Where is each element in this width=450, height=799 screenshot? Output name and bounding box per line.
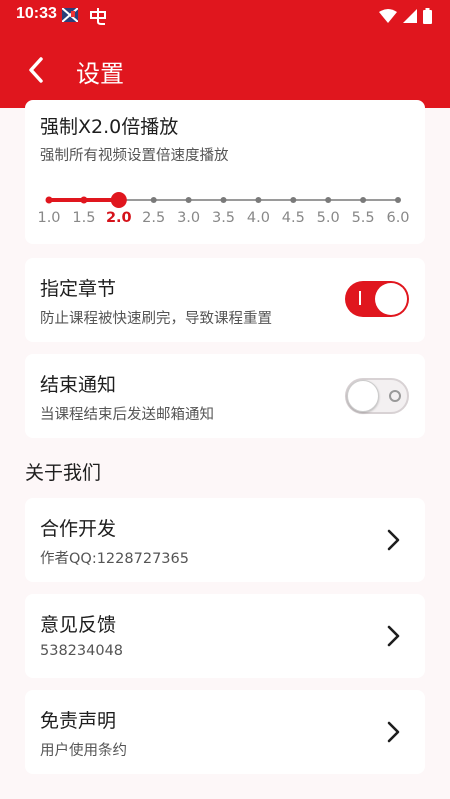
about-item-subtitle: 538234048 <box>40 643 124 659</box>
chevron-right-icon <box>387 721 400 743</box>
slider-tick-dot[interactable] <box>80 196 88 204</box>
slider-tick-dot[interactable] <box>150 197 157 203</box>
slider-tick-dot[interactable] <box>220 197 227 203</box>
toggle-knob <box>375 283 407 315</box>
slider-tick-dot[interactable] <box>360 197 367 203</box>
notify-title: 结束通知 <box>40 374 117 396</box>
slider-tick-dot[interactable] <box>185 197 192 203</box>
status-time: 10:33 <box>16 5 57 22</box>
slider-tick-label: 2.5 <box>142 210 166 226</box>
app-bar: 设置 <box>0 32 450 108</box>
slider-tick-label: 3.0 <box>177 210 201 226</box>
status-right <box>379 8 432 24</box>
back-button[interactable] <box>18 52 54 88</box>
slider-tick-dot[interactable] <box>255 197 262 203</box>
about-item-title: 免责声明 <box>40 710 117 732</box>
speed-slider-thumb[interactable] <box>110 192 127 208</box>
about-item-feedback[interactable]: 意见反馈 538234048 <box>25 594 425 678</box>
slider-tick-dot[interactable] <box>290 197 297 203</box>
about-item-title: 合作开发 <box>40 518 117 540</box>
chapter-title: 指定章节 <box>40 278 117 300</box>
status-bar: 10:33 <box>0 0 450 32</box>
slider-tick-label: 4.5 <box>281 210 305 226</box>
flag-icon <box>62 8 78 22</box>
chevron-right-icon <box>387 625 400 647</box>
chapter-card[interactable]: 指定章节 防止课程被快速刷完，导致课程重置 <box>25 258 425 342</box>
app-icon <box>90 8 106 25</box>
slider-tick-label: 5.5 <box>351 210 375 226</box>
speed-slider[interactable]: 1.0 1.5 2.0 2.5 3.0 3.5 4.0 4.5 5.0 5.5 6.0 <box>25 100 425 230</box>
about-section-header: 关于我们 <box>25 462 102 484</box>
about-item-title: 意见反馈 <box>40 614 117 636</box>
speed-card: 强制X2.0倍播放 强制所有视频设置倍速度播放 1.0 1.5 2.0 2.5 3.0 3… <box>25 100 425 244</box>
notify-toggle[interactable] <box>345 378 409 414</box>
battery-icon <box>423 8 432 24</box>
slider-tick-label: 6.0 <box>386 210 410 226</box>
notify-subtitle: 当课程结束后发送邮箱通知 <box>40 407 214 423</box>
slider-tick-dot[interactable] <box>45 196 53 204</box>
chapter-subtitle: 防止课程被快速刷完，导致课程重置 <box>40 311 272 327</box>
chapter-toggle[interactable] <box>345 281 409 317</box>
about-item-subtitle: 用户使用条约 <box>40 743 127 759</box>
signal-icon <box>403 9 417 23</box>
slider-tick-label: 4.0 <box>246 210 270 226</box>
slider-tick-dot[interactable] <box>395 197 401 203</box>
notify-card[interactable]: 结束通知 当课程结束后发送邮箱通知 <box>25 354 425 438</box>
slider-tick-dot[interactable] <box>325 197 332 203</box>
chevron-left-icon <box>29 57 43 83</box>
toggle-off-mark <box>389 390 401 402</box>
slider-tick-label: 2.0 <box>105 210 132 226</box>
slider-tick-label: 1.5 <box>72 210 96 226</box>
chevron-right-icon <box>387 529 400 551</box>
wifi-icon <box>379 9 397 23</box>
about-item-disclaimer[interactable]: 免责声明 用户使用条约 <box>25 690 425 774</box>
toggle-knob <box>347 380 379 412</box>
page-title: 设置 <box>76 60 124 88</box>
slider-tick-label: 5.0 <box>316 210 340 226</box>
about-item-subtitle: 作者QQ:1228727365 <box>40 551 189 567</box>
slider-tick-label: 3.5 <box>211 210 236 226</box>
about-item-cooperate[interactable]: 合作开发 作者QQ:1228727365 <box>25 498 425 582</box>
toggle-on-mark <box>359 291 361 305</box>
slider-tick-label: 1.0 <box>37 210 61 226</box>
